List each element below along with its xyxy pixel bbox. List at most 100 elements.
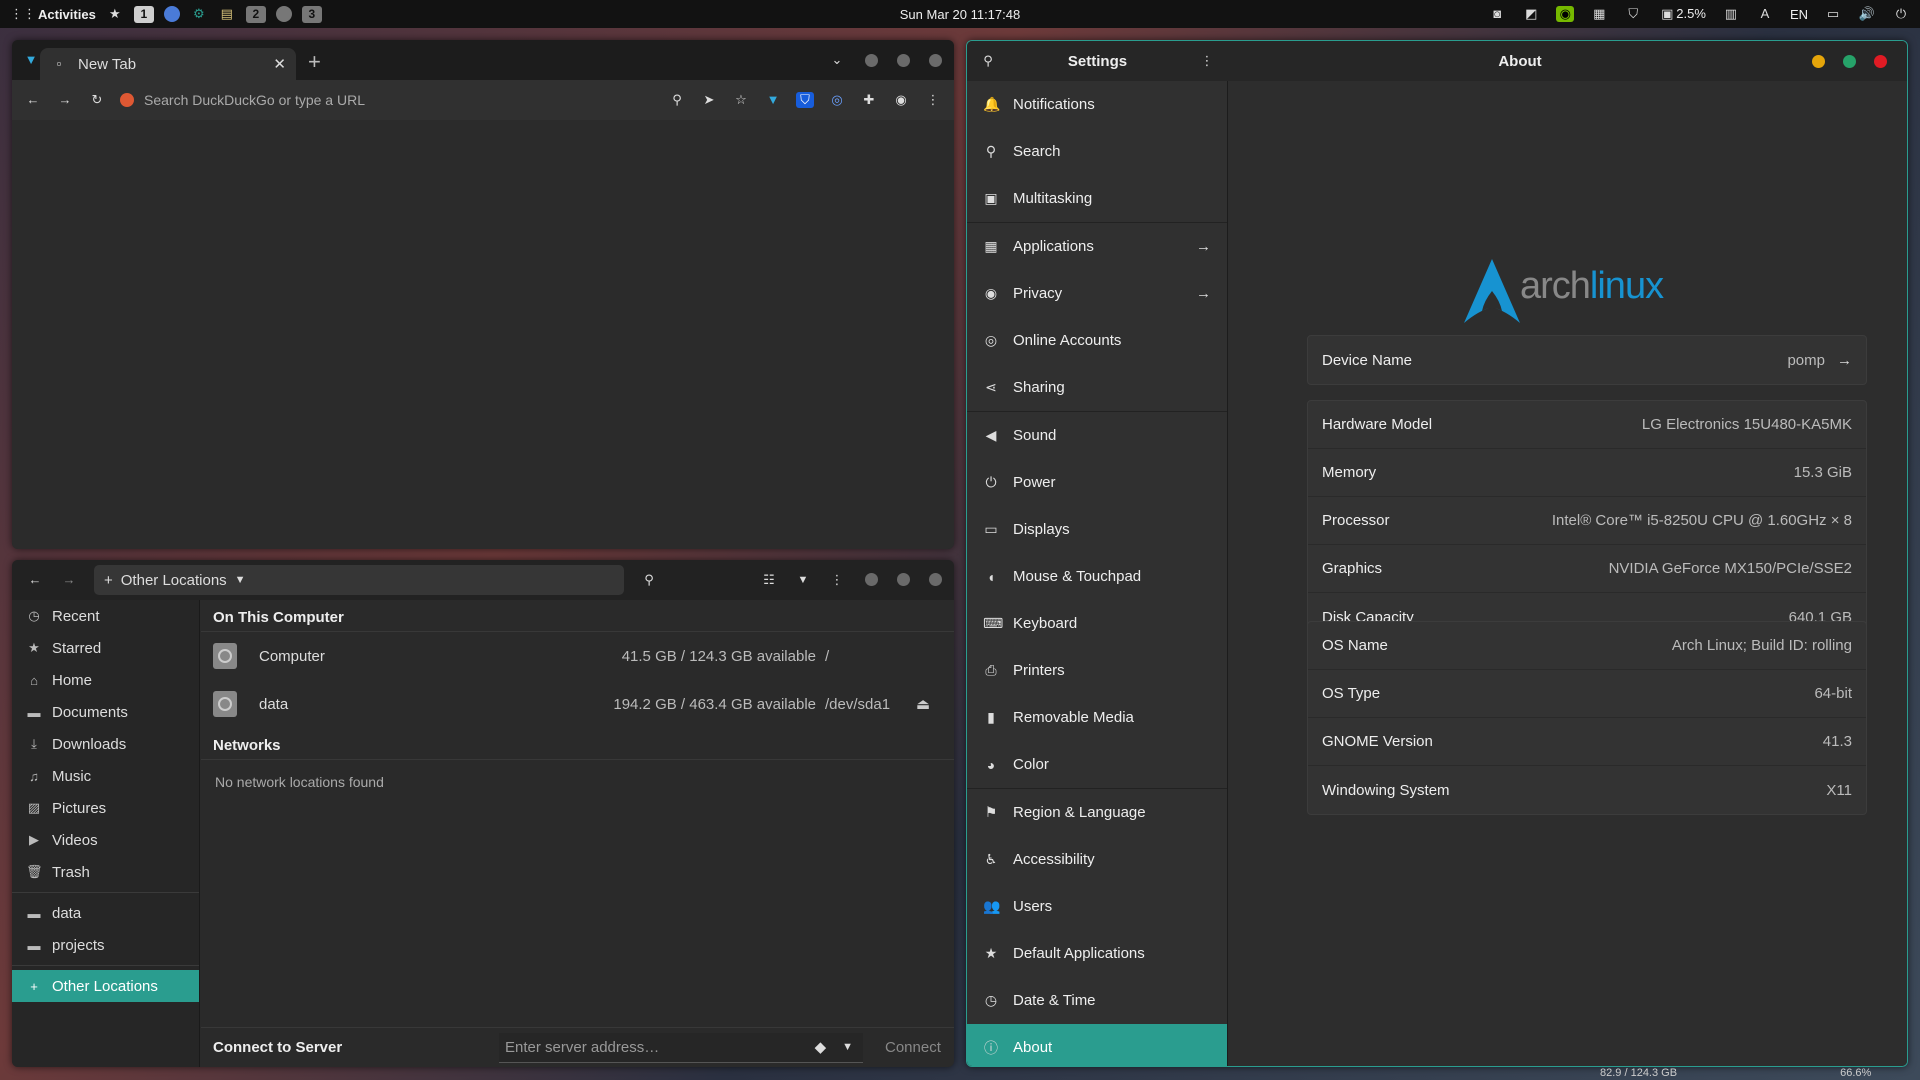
server-history-icon[interactable]: ◆	[815, 1038, 827, 1056]
minimize-button[interactable]	[865, 573, 878, 586]
maximize-button[interactable]	[1843, 54, 1856, 68]
settings-item-accessibility[interactable]: ♿ Accessibility	[967, 836, 1227, 883]
sidebar-item-starred[interactable]: ★ Starred	[12, 632, 199, 664]
close-button[interactable]	[929, 573, 942, 586]
activities-button[interactable]: Activities	[38, 7, 96, 22]
back-icon[interactable]: ←	[26, 572, 44, 588]
app-grid-icon[interactable]: ⋮⋮	[10, 6, 36, 22]
settings-item-color[interactable]: ◕ Color	[967, 741, 1227, 788]
settings-item-date-time[interactable]: ◷ Date & Time	[967, 977, 1227, 1024]
close-tab-icon[interactable]: ✕	[273, 55, 286, 73]
sidebar-item-pictures[interactable]: ▨ Pictures	[12, 792, 199, 824]
omnibox[interactable]: Search DuckDuckGo or type a URL	[120, 92, 654, 108]
sidebar-item-trash[interactable]: 🗑 Trash	[12, 856, 199, 888]
maximize-button[interactable]	[897, 53, 910, 67]
settings-item-sharing[interactable]: ⋖ Sharing	[967, 364, 1227, 411]
workspace-2[interactable]: 2	[245, 5, 266, 23]
tray-app-icon[interactable]: ◩	[1522, 6, 1540, 22]
settings-item-applications[interactable]: ▦ Applications →	[967, 223, 1227, 270]
sidebar-item-downloads[interactable]: ⤓ Downloads	[12, 728, 199, 760]
power-menu-icon[interactable]: ⏻	[1892, 6, 1910, 22]
chromium-icon[interactable]	[163, 6, 180, 22]
send-icon[interactable]: ➤	[700, 92, 718, 108]
settings-item-about[interactable]: ⓘ About	[967, 1024, 1227, 1066]
reload-icon[interactable]: ↻	[88, 92, 106, 108]
workspace-3[interactable]: 3	[301, 5, 322, 23]
sidebar-item-music[interactable]: ♫ Music	[12, 760, 199, 792]
back-icon[interactable]: ←	[24, 92, 42, 108]
server-dropdown-icon[interactable]: ▼	[842, 1041, 853, 1053]
tab-search-chevron-icon[interactable]: ⌄	[828, 52, 846, 68]
keyboard-layout-icon[interactable]: ▥	[1722, 6, 1740, 22]
browser-menu-icon[interactable]: ⋮	[924, 92, 942, 108]
sidebar-item-documents[interactable]: ▬ Documents	[12, 696, 199, 728]
sidebar-item-home[interactable]: ⌂ Home	[12, 664, 199, 696]
settings-item-default-applications[interactable]: ★ Default Applications	[967, 930, 1227, 977]
extensions-puzzle-icon[interactable]: ✚	[860, 92, 878, 108]
view-list-icon[interactable]: ☷	[760, 572, 778, 588]
tray-grid-icon[interactable]: ▦	[1590, 6, 1608, 22]
bookmark-star-icon[interactable]: ☆	[732, 92, 750, 108]
server-address-input[interactable]: Enter server address… ◆ ▼	[499, 1032, 863, 1063]
discord-icon[interactable]: ◙	[1488, 6, 1506, 22]
settings-menu-icon[interactable]: ⋮	[1198, 53, 1216, 69]
settings-app-icon[interactable]: ⚙	[190, 6, 208, 22]
vpn-icon[interactable]: ▼	[764, 92, 782, 108]
workspace-1[interactable]: 1	[133, 5, 154, 23]
sidebar-item-projects[interactable]: ▬ projects	[12, 929, 199, 961]
sidebar-item-data[interactable]: ▬ data	[12, 897, 199, 929]
maximize-button[interactable]	[897, 573, 910, 586]
settings-item-mouse-touchpad[interactable]: ◖ Mouse & Touchpad	[967, 553, 1227, 600]
close-button[interactable]	[1874, 54, 1887, 68]
drive-row-computer[interactable]: Computer 41.5 GB / 124.3 GB available /	[201, 632, 954, 680]
eject-icon[interactable]: ⏏	[916, 695, 930, 713]
settings-item-online-accounts[interactable]: ◎ Online Accounts	[967, 317, 1227, 364]
files-menu-icon[interactable]: ⋮	[828, 572, 846, 588]
screen-icon[interactable]: ▭	[1824, 6, 1842, 22]
browser-tab[interactable]: ▫ New Tab ✕	[40, 48, 296, 80]
drive-row-data[interactable]: data 194.2 GB / 463.4 GB available /dev/…	[201, 680, 954, 728]
browser-content[interactable]	[12, 120, 954, 549]
profile-avatar-icon[interactable]: ◉	[892, 92, 910, 108]
settings-item-multitasking[interactable]: ▣ Multitasking	[967, 175, 1227, 222]
close-button[interactable]	[929, 53, 942, 67]
settings-item-users[interactable]: 👥 Users	[967, 883, 1227, 930]
location-bar[interactable]: + Other Locations ▼	[94, 565, 624, 595]
settings-item-printers[interactable]: ⎙ Printers	[967, 647, 1227, 694]
font-icon[interactable]: A	[1756, 6, 1774, 22]
nvidia-icon[interactable]: ◉	[1556, 6, 1575, 22]
settings-item-notifications[interactable]: 🔔 Notifications	[967, 81, 1227, 128]
settings-item-power[interactable]: ⏻ Power	[967, 459, 1227, 506]
settings-item-keyboard[interactable]: ⌨ Keyboard	[967, 600, 1227, 647]
search-icon[interactable]: ⚲	[640, 572, 658, 588]
settings-item-search[interactable]: ⚲ Search	[967, 128, 1227, 175]
settings-item-displays[interactable]: ▭ Displays	[967, 506, 1227, 553]
minimize-button[interactable]	[1812, 54, 1825, 68]
sidebar-item-videos[interactable]: ▶ Videos	[12, 824, 199, 856]
settings-item-privacy[interactable]: ◉ Privacy →	[967, 270, 1227, 317]
forward-icon[interactable]: →	[56, 92, 74, 108]
app-circle-icon[interactable]	[275, 6, 292, 22]
device-name-row[interactable]: Device Name pomp →	[1308, 336, 1866, 384]
connect-button[interactable]: Connect	[885, 1039, 941, 1056]
new-tab-button[interactable]: +	[308, 49, 321, 75]
language-indicator[interactable]: EN	[1790, 7, 1808, 22]
clock[interactable]: Sun Mar 20 11:17:48	[900, 7, 1020, 22]
extension-circle-icon[interactable]: ◎	[828, 92, 846, 108]
zoom-icon[interactable]: ⚲	[668, 92, 686, 108]
settings-item-region-language[interactable]: ⚑ Region & Language	[967, 789, 1227, 836]
volume-icon[interactable]: 🔊	[1858, 6, 1876, 22]
settings-item-sound[interactable]: ◀ Sound	[967, 412, 1227, 459]
search-icon[interactable]: ⚲	[979, 53, 997, 69]
settings-item-removable-media[interactable]: ▮ Removable Media	[967, 694, 1227, 741]
bitwarden-icon[interactable]: ⛉	[796, 92, 814, 108]
files-app-icon[interactable]: ▤	[218, 6, 236, 22]
vpn-extension-icon[interactable]: ▼	[22, 52, 40, 68]
view-options-chevron-icon[interactable]: ▼	[794, 572, 812, 588]
favorites-star-icon[interactable]: ★	[106, 6, 124, 22]
sidebar-item-other-locations[interactable]: + Other Locations	[12, 970, 199, 1002]
forward-icon[interactable]: →	[60, 572, 78, 588]
cpu-indicator[interactable]: ▣ 2.5%	[1658, 6, 1706, 22]
sidebar-item-recent[interactable]: ◷ Recent	[12, 600, 199, 632]
minimize-button[interactable]	[865, 53, 878, 67]
